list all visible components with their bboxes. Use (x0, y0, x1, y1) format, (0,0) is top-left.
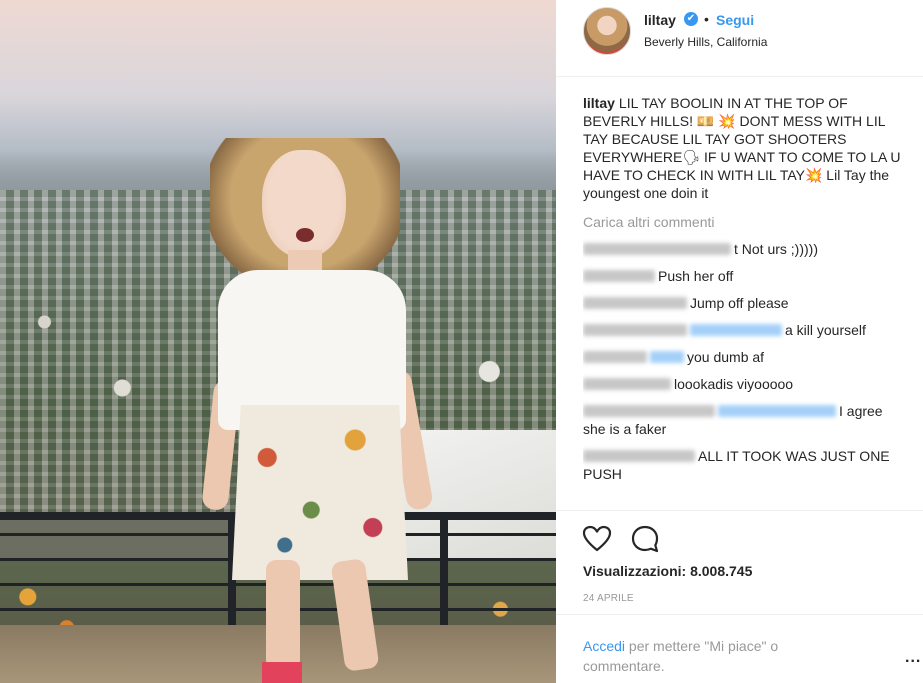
comment-username-blurred[interactable] (583, 324, 687, 336)
comment-username-blurred[interactable] (583, 243, 731, 255)
girl-floral-jacket (232, 405, 408, 580)
comment-text: t Not urs ;))))) (734, 241, 818, 257)
follow-button[interactable]: Segui (716, 12, 754, 28)
comment-username-blurred[interactable] (583, 450, 695, 462)
caption-text: LIL TAY BOOLIN IN AT THE TOP OF BEVERLY … (583, 95, 901, 201)
comment-username-blurred[interactable] (583, 351, 647, 363)
post-media[interactable] (0, 0, 556, 683)
comment-mention-blurred[interactable] (690, 324, 782, 336)
post-actions: Visualizzazioni: 8.008.745 24 APRILE Acc… (556, 510, 923, 676)
girl-mouth (296, 228, 314, 242)
comment-username-blurred[interactable] (583, 297, 687, 309)
comment-username-blurred[interactable] (583, 405, 715, 417)
post-side-panel: liltay ✔ • Segui Beverly Hills, Californ… (556, 0, 923, 683)
comment-mention-blurred[interactable] (650, 351, 684, 363)
comment-text: you dumb af (687, 349, 765, 365)
girl-sock (262, 662, 302, 683)
comment-item: Jump off please (583, 294, 903, 312)
comment-item: t Not urs ;))))) (583, 240, 903, 258)
verified-badge-icon: ✔ (684, 12, 698, 26)
login-prompt: Accedi per mettere "Mi piace" o commenta… (583, 636, 863, 676)
girl-leg-left (266, 560, 300, 670)
post-date[interactable]: 24 APRILE (583, 593, 634, 604)
comment-item: Push her off (583, 267, 903, 285)
view-count: Visualizzazioni: 8.008.745 (583, 563, 753, 579)
heart-outline-icon[interactable] (582, 524, 612, 554)
load-more-comments-button[interactable]: Carica altri commenti (583, 213, 903, 231)
comment-mention-blurred[interactable] (718, 405, 836, 417)
more-options-button[interactable]: ... (905, 649, 921, 667)
location-link[interactable]: Beverly Hills, California (644, 35, 767, 49)
divider (556, 614, 923, 615)
comment-item: loookadis viyooooo (583, 375, 903, 393)
username-link[interactable]: liltay (644, 12, 676, 28)
caption-username[interactable]: liltay (583, 95, 615, 111)
post-header: liltay ✔ • Segui Beverly Hills, Californ… (556, 0, 923, 77)
comment-text: loookadis viyooooo (674, 376, 794, 392)
separator-dot: • (704, 11, 709, 27)
comment-item: you dumb af (583, 348, 903, 366)
comment-item: a kill yourself (583, 321, 903, 339)
comment-username-blurred[interactable] (583, 270, 655, 282)
comment-text: Push her off (658, 268, 734, 284)
comment-text: a kill yourself (785, 322, 866, 338)
login-link[interactable]: Accedi (583, 638, 625, 654)
post-caption: liltay LIL TAY BOOLIN IN AT THE TOP OF BE… (583, 94, 903, 202)
comment-item: I agree she is a faker (583, 402, 903, 438)
comment-username-blurred[interactable] (583, 378, 671, 390)
comment-text: Jump off please (690, 295, 789, 311)
comments-list[interactable]: liltay LIL TAY BOOLIN IN AT THE TOP OF BE… (583, 94, 903, 510)
avatar[interactable] (583, 7, 631, 55)
comment-bubble-icon[interactable] (630, 524, 660, 554)
comment-item: ALL IT TOOK WAS JUST ONE PUSH (583, 447, 903, 483)
